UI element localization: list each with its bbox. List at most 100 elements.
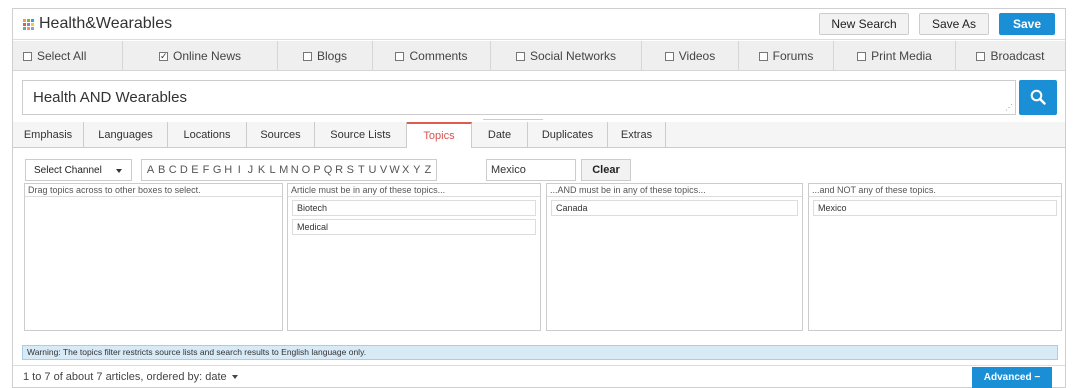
- logo-dot: [31, 19, 34, 22]
- media-type-bar: Select All ✓ Online News Blogs Comments …: [13, 41, 1065, 71]
- tab-date[interactable]: Date: [472, 122, 528, 147]
- media-comments[interactable]: Comments: [373, 41, 491, 71]
- letter-filter-i[interactable]: I: [234, 164, 245, 176]
- tab-topics[interactable]: Topics: [407, 122, 472, 148]
- chevron-down-icon: [116, 169, 122, 173]
- letter-filter-y[interactable]: Y: [411, 164, 422, 176]
- save-as-button[interactable]: Save As: [919, 13, 989, 35]
- media-print-media[interactable]: Print Media: [834, 41, 956, 71]
- media-select-all[interactable]: Select All: [13, 41, 123, 71]
- topic-search-input[interactable]: [486, 159, 576, 181]
- resize-grip-icon[interactable]: ⋰: [1005, 104, 1013, 112]
- letter-filter-v[interactable]: V: [378, 164, 389, 176]
- media-label: Online News: [172, 49, 242, 63]
- media-label: Print Media: [871, 49, 932, 63]
- checkbox-icon[interactable]: [23, 51, 32, 61]
- results-status[interactable]: 1 to 7 of about 7 articles, ordered by: …: [23, 371, 238, 383]
- letter-filter-m[interactable]: M: [278, 164, 289, 176]
- media-label: Broadcast: [990, 49, 1045, 63]
- letter-filter-f[interactable]: F: [200, 164, 211, 176]
- not-topics-box[interactable]: ...and NOT any of these topics. Mexico: [808, 183, 1062, 331]
- letter-filter-w[interactable]: W: [389, 164, 400, 176]
- letter-filter-x[interactable]: X: [400, 164, 411, 176]
- alphabet-filter: ABCDEFGHIJKLMNOPQRSTUVWXYZ: [141, 159, 438, 181]
- media-online-news[interactable]: ✓ Online News: [123, 41, 278, 71]
- media-label: Blogs: [316, 49, 348, 63]
- media-videos[interactable]: Videos: [642, 41, 739, 71]
- grid-logo-icon: [23, 19, 34, 30]
- letter-filter-j[interactable]: J: [245, 164, 256, 176]
- save-button[interactable]: Save: [999, 13, 1055, 35]
- letter-filter-u[interactable]: U: [367, 164, 378, 176]
- new-search-button[interactable]: New Search: [819, 13, 909, 35]
- checkbox-icon[interactable]: [976, 51, 986, 61]
- logo-dot: [27, 19, 30, 22]
- checkbox-icon[interactable]: [758, 51, 768, 61]
- letter-filter-z[interactable]: Z: [422, 164, 433, 176]
- search-button[interactable]: [1019, 80, 1057, 115]
- tab-source-lists[interactable]: Source Lists: [315, 122, 407, 147]
- letter-filter-r[interactable]: R: [334, 164, 345, 176]
- letter-filter-a[interactable]: A: [145, 164, 156, 176]
- available-topics-box[interactable]: Drag topics across to other boxes to sel…: [24, 183, 283, 331]
- box-header: Article must be in any of these topics..…: [288, 184, 540, 197]
- checkbox-icon[interactable]: [395, 51, 405, 61]
- divider: [13, 365, 1065, 366]
- checkbox-checked-icon[interactable]: ✓: [158, 51, 168, 61]
- letter-filter-o[interactable]: O: [300, 164, 311, 176]
- media-broadcast[interactable]: Broadcast: [956, 41, 1065, 71]
- tab-locations[interactable]: Locations: [168, 122, 247, 147]
- media-forums[interactable]: Forums: [739, 41, 834, 71]
- letter-filter-h[interactable]: H: [223, 164, 234, 176]
- media-label: Comments: [409, 49, 468, 63]
- checkbox-icon[interactable]: [857, 51, 867, 61]
- letter-filter-b[interactable]: B: [156, 164, 167, 176]
- letter-filter-l[interactable]: L: [267, 164, 278, 176]
- must-topics-box[interactable]: Article must be in any of these topics..…: [287, 183, 541, 331]
- search-icon: [1030, 89, 1046, 105]
- checkbox-icon[interactable]: [302, 51, 312, 61]
- tab-sources[interactable]: Sources: [247, 122, 315, 147]
- tab-duplicates[interactable]: Duplicates: [528, 122, 608, 147]
- tab-emphasis[interactable]: Emphasis: [13, 122, 84, 147]
- letter-filter-k[interactable]: K: [256, 164, 267, 176]
- letter-filter-n[interactable]: N: [289, 164, 300, 176]
- clear-button[interactable]: Clear: [581, 159, 631, 181]
- logo-dot: [23, 27, 26, 30]
- box-header: ...and NOT any of these topics.: [809, 184, 1061, 197]
- main-window: Health&Wearables New Search Save As Save…: [12, 8, 1066, 388]
- box-header: ...AND must be in any of these topics...: [547, 184, 802, 197]
- letter-filter-p[interactable]: P: [311, 164, 322, 176]
- media-label: Social Networks: [529, 49, 617, 63]
- letter-filter-t[interactable]: T: [356, 164, 367, 176]
- checkbox-icon[interactable]: [515, 51, 525, 61]
- advanced-button[interactable]: Advanced −: [972, 367, 1052, 388]
- logo-dot: [27, 23, 30, 26]
- letter-filter-d[interactable]: D: [178, 164, 189, 176]
- topic-item[interactable]: Canada: [551, 200, 798, 216]
- topic-item[interactable]: Biotech: [292, 200, 536, 216]
- logo-dot: [23, 23, 26, 26]
- letter-filter-q[interactable]: Q: [323, 164, 334, 176]
- media-label: Videos: [678, 49, 716, 63]
- media-blogs[interactable]: Blogs: [278, 41, 373, 71]
- logo-dot: [27, 27, 30, 30]
- channel-select[interactable]: Select Channel: [25, 159, 132, 181]
- tab-extras[interactable]: Extras: [608, 122, 666, 147]
- query-box: ⋰: [22, 80, 1016, 115]
- logo-dot: [23, 19, 26, 22]
- letter-filter-c[interactable]: C: [167, 164, 178, 176]
- checkbox-icon[interactable]: [664, 51, 674, 61]
- and-topics-box[interactable]: ...AND must be in any of these topics...…: [546, 183, 803, 331]
- tab-languages[interactable]: Languages: [84, 122, 168, 147]
- media-social-networks[interactable]: Social Networks: [491, 41, 642, 71]
- letter-filter-e[interactable]: E: [189, 164, 200, 176]
- letter-filter-g[interactable]: G: [212, 164, 223, 176]
- topic-item[interactable]: Medical: [292, 219, 536, 235]
- search-title: Health&Wearables: [39, 15, 173, 32]
- channel-select-label: Select Channel: [34, 164, 102, 176]
- box-header: Drag topics across to other boxes to sel…: [25, 184, 282, 197]
- query-input[interactable]: [23, 81, 1003, 114]
- letter-filter-s[interactable]: S: [345, 164, 356, 176]
- topic-item[interactable]: Mexico: [813, 200, 1057, 216]
